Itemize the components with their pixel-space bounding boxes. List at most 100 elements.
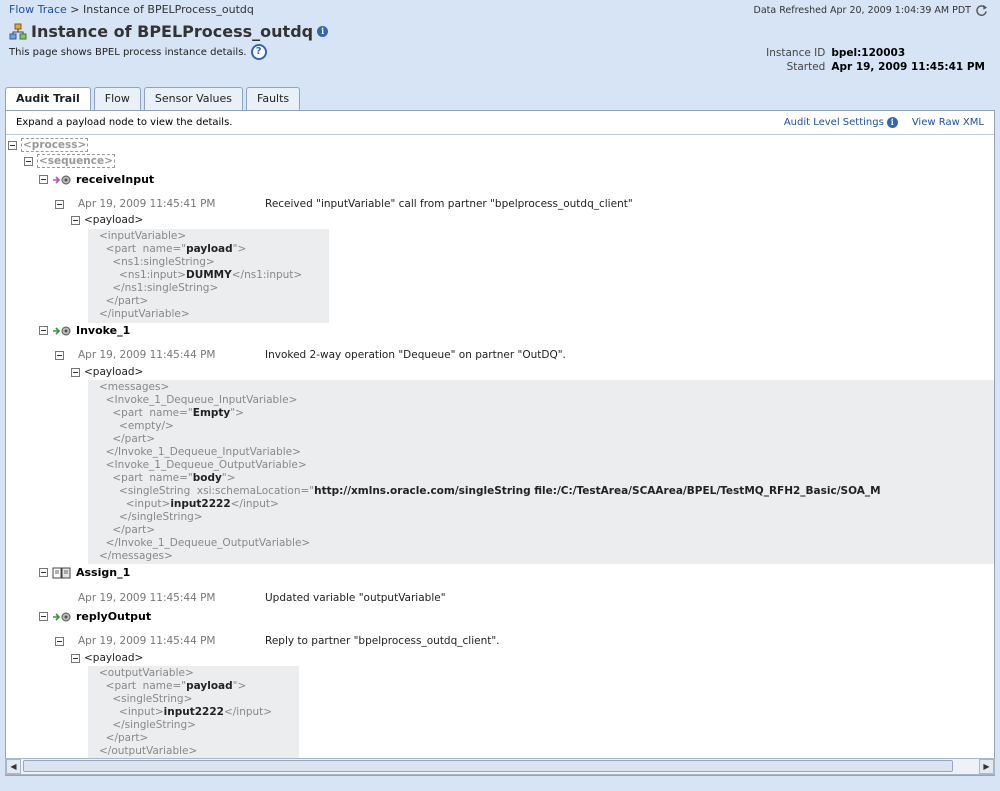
payload-xml-reply-output: <outputVariable> <part name="payload"> <…	[88, 666, 299, 758]
collapse-toggle[interactable]	[39, 612, 48, 621]
xml-markup: <part name="	[99, 407, 193, 419]
view-raw-xml-link[interactable]: View Raw XML	[912, 117, 984, 128]
collapse-toggle[interactable]	[55, 636, 64, 646]
activity-invoke-1: Invoke_1	[39, 324, 130, 337]
xml-value: payload	[186, 680, 233, 692]
xml-value: http://xmlns.oracle.com/singleString fil…	[314, 485, 881, 497]
tree-node-sequence: <sequence>	[24, 154, 115, 168]
page-description: This page shows BPEL process instance de…	[9, 44, 267, 60]
xml-value: DUMMY	[185, 269, 232, 281]
tab-sensor-values[interactable]: Sensor Values	[143, 87, 244, 110]
xml-markup: <inputVariable>	[99, 230, 187, 242]
xml-line: <part name="payload">	[99, 243, 329, 256]
event-message: Updated variable "outputVariable"	[265, 592, 446, 604]
activity-event-row: Apr 19, 2009 11:45:44 PM Invoked 2-way o…	[55, 349, 566, 361]
activity-reply-output: replyOutput	[39, 610, 151, 623]
activity-event-row: Apr 19, 2009 11:45:44 PM Updated variabl…	[55, 592, 446, 604]
payload-xml-invoke-1: <messages> <Invoke_1_Dequeue_InputVariab…	[88, 380, 994, 564]
sequence-tag[interactable]: <sequence>	[37, 154, 115, 168]
xml-markup: </messages>	[99, 550, 173, 562]
audit-level-settings-link[interactable]: Audit Level Settings i	[784, 117, 898, 128]
instance-meta: Instance ID bpel:120003 Started Apr 19, …	[763, 46, 988, 74]
payload-label: <payload>	[84, 652, 144, 664]
breadcrumb-flow-trace-link[interactable]: Flow Trace	[9, 3, 67, 16]
xml-line: <singleString xsi:schemaLocation="http:/…	[99, 485, 994, 498]
refresh-status: Data Refreshed Apr 20, 2009 1:04:39 AM P…	[754, 4, 988, 17]
scroll-thumb[interactable]	[23, 760, 953, 772]
title-info-icon[interactable]: i	[317, 26, 329, 37]
xml-markup: </Invoke_1_Dequeue_InputVariable>	[99, 446, 301, 458]
tab-bar: Audit Trail Flow Sensor Values Faults	[5, 87, 301, 111]
xml-markup: <ns1:input>	[99, 269, 186, 281]
activity-name: Assign_1	[76, 566, 131, 579]
collapse-toggle[interactable]	[71, 215, 80, 225]
event-message: Reply to partner "bpelprocess_outdq_clie…	[265, 635, 500, 647]
xml-markup: </inputVariable>	[99, 308, 190, 320]
xml-markup: <Invoke_1_Dequeue_OutputVariable>	[99, 459, 307, 471]
audit-info-icon: i	[886, 117, 898, 128]
xml-value: payload	[186, 243, 233, 255]
xml-line: </part>	[99, 295, 329, 308]
reply-icon	[53, 612, 71, 621]
payload-label: <payload>	[84, 366, 144, 378]
xml-line: <part name="body">	[99, 472, 994, 485]
collapse-toggle[interactable]	[39, 326, 48, 335]
xml-markup: <part name="	[99, 472, 193, 484]
process-tag[interactable]: <process>	[21, 138, 89, 152]
payload-node: <payload>	[71, 214, 143, 226]
collapse-toggle[interactable]	[71, 653, 80, 663]
xml-line: <messages>	[99, 381, 994, 394]
receive-icon	[53, 175, 71, 184]
xml-line: </part>	[99, 732, 299, 745]
xml-value: input2222	[163, 706, 224, 718]
event-message: Invoked 2-way operation "Dequeue" on par…	[265, 349, 566, 361]
horizontal-scrollbar[interactable]: ◀ ▶	[5, 758, 995, 775]
xml-line: </part>	[99, 433, 994, 446]
title-row: Instance of BPELProcess_outdq i	[9, 22, 329, 41]
collapse-toggle[interactable]	[39, 568, 48, 577]
collapse-toggle[interactable]	[55, 199, 64, 209]
xml-markup: ">	[232, 243, 247, 255]
xml-line: </part>	[99, 524, 994, 537]
xml-value: Empty	[192, 407, 231, 419]
scroll-left-button[interactable]: ◀	[6, 759, 21, 774]
started-value: Apr 19, 2009 11:45:41 PM	[831, 61, 985, 73]
instance-id-label: Instance ID	[766, 47, 826, 59]
activity-event-row: Apr 19, 2009 11:45:41 PM Received "input…	[55, 198, 633, 210]
collapse-toggle[interactable]	[8, 140, 17, 150]
page-description-text: This page shows BPEL process instance de…	[9, 46, 247, 58]
activity-event-row: Apr 19, 2009 11:45:44 PM Reply to partne…	[55, 635, 500, 647]
xml-line: </Invoke_1_Dequeue_OutputVariable>	[99, 537, 994, 550]
assign-icon	[52, 567, 71, 578]
help-icon[interactable]: ?	[250, 44, 267, 60]
xml-markup: </input>	[223, 706, 273, 718]
page-header: Flow Trace > Instance of BPELProcess_out…	[0, 0, 1000, 90]
tab-flow[interactable]: Flow	[93, 87, 141, 110]
refresh-icon[interactable]	[975, 4, 988, 17]
page-title: Instance of BPELProcess_outdq	[31, 22, 314, 41]
payload-node: <payload>	[71, 366, 143, 378]
collapse-toggle[interactable]	[39, 175, 48, 184]
scroll-track[interactable]	[21, 759, 979, 774]
xml-markup: <part name="	[99, 680, 187, 692]
collapse-toggle[interactable]	[71, 367, 80, 377]
panel-hint: Expand a payload node to view the detail…	[16, 117, 233, 128]
xml-line: </inputVariable>	[99, 308, 329, 321]
tab-audit-trail[interactable]: Audit Trail	[5, 87, 91, 111]
tab-faults[interactable]: Faults	[246, 87, 301, 110]
xml-markup: </part>	[99, 295, 149, 307]
collapse-toggle[interactable]	[24, 156, 33, 166]
payload-xml-receive-input: <inputVariable> <part name="payload"> <n…	[88, 229, 329, 323]
xml-markup: <messages>	[99, 381, 170, 393]
payload-node: <payload>	[71, 652, 143, 664]
collapse-toggle[interactable]	[55, 350, 64, 360]
event-message: Received "inputVariable" call from partn…	[265, 198, 633, 210]
scroll-right-button[interactable]: ▶	[979, 759, 994, 774]
invoke-icon	[53, 326, 71, 335]
xml-markup: </Invoke_1_Dequeue_OutputVariable>	[99, 537, 311, 549]
xml-markup: <ns1:singleString>	[99, 256, 215, 268]
xml-markup: </part>	[99, 433, 156, 445]
xml-markup: </ns1:input>	[231, 269, 303, 281]
started-label: Started	[786, 61, 826, 73]
xml-markup: <singleString>	[99, 693, 193, 705]
